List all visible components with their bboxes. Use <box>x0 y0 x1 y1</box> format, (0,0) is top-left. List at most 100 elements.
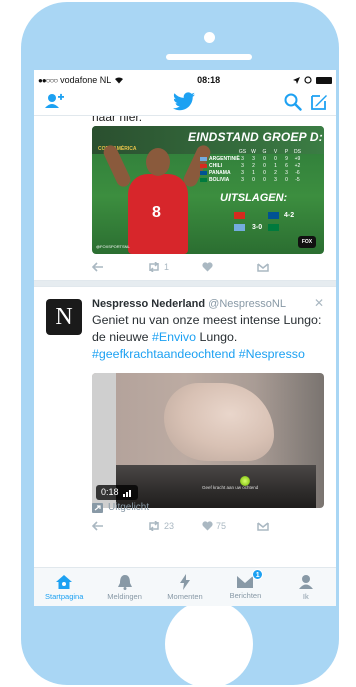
home-button[interactable] <box>165 600 253 687</box>
stat-cell: 2 <box>252 162 255 169</box>
reply-button[interactable] <box>92 521 147 531</box>
promoted-label-text: Uitgelicht <box>108 502 150 513</box>
camera-dot <box>204 32 215 43</box>
heart-icon <box>202 521 213 531</box>
avatar[interactable]: N <box>46 299 82 335</box>
tab-label: Ik <box>302 591 309 601</box>
direct-message-button[interactable] <box>257 262 312 272</box>
retweet-button[interactable]: 1 <box>147 262 202 272</box>
add-user-icon[interactable] <box>44 93 64 109</box>
retweet-count: 1 <box>164 262 170 272</box>
stat-cell: 0 <box>285 176 288 183</box>
tab-label: Berichten <box>229 590 262 600</box>
stat-cell: 0 <box>263 169 266 176</box>
stat-cell: 0 <box>263 155 266 162</box>
flag-icon <box>200 177 207 182</box>
tab-startpagina[interactable]: Startpagina <box>34 568 94 606</box>
phone-screen: ●●○○○ vodafone NL 08:18 naar hier. AMÉRI… <box>34 70 336 606</box>
tab-momenten[interactable]: Momenten <box>155 568 215 606</box>
reply-icon <box>92 262 103 272</box>
column-header: W <box>251 148 256 155</box>
tab-label: Startpagina <box>45 591 84 601</box>
close-icon[interactable]: ✕ <box>314 296 324 310</box>
promoted-label[interactable]: Uitgelicht <box>92 502 149 513</box>
direct-message-button[interactable] <box>257 521 312 531</box>
compose-icon[interactable] <box>310 93 328 111</box>
person-icon <box>298 574 313 589</box>
stat-cell: 3 <box>241 169 244 176</box>
image-credit: @FOXSPORTSNL <box>96 244 130 249</box>
retweet-count: 23 <box>164 521 175 531</box>
match-result: 4-2 <box>284 212 295 219</box>
column-header: GS <box>238 148 247 155</box>
shirt-number: 8 <box>152 204 161 221</box>
envelope-icon <box>257 522 269 531</box>
stat-cell: 0 <box>274 155 277 162</box>
player-head <box>146 148 170 176</box>
stat-cell: 0 <box>252 176 255 183</box>
envelope-icon <box>257 263 269 272</box>
stat-cell: 3 <box>252 155 255 162</box>
status-right <box>293 76 332 84</box>
like-button[interactable]: 75 <box>202 521 257 531</box>
stat-cell: -5 <box>295 176 300 183</box>
stat-cell: 3 <box>274 176 277 183</box>
stat-cell: 0 <box>263 162 266 169</box>
match-result: 3-0 <box>252 224 263 231</box>
search-icon[interactable] <box>284 93 302 111</box>
tweet-text-segment: Lungo. <box>196 330 238 344</box>
tab-berichten[interactable]: 1 Berichten <box>215 568 275 606</box>
home-icon <box>56 574 73 589</box>
location-arrow-icon <box>293 76 300 84</box>
fox-sports-logo: FOX <box>298 236 316 248</box>
retweet-button[interactable]: 23 <box>147 521 202 531</box>
volume-bars-icon <box>122 489 131 497</box>
tab-label: Meldingen <box>107 591 142 601</box>
speaker-grille <box>166 54 252 60</box>
stat-cell: 3 <box>241 176 244 183</box>
flag-icon <box>234 212 245 219</box>
tab-label: Momenten <box>167 591 203 601</box>
stat-cell: 9 <box>285 155 288 162</box>
stat-cell: 1 <box>252 169 255 176</box>
heart-icon <box>202 262 213 272</box>
stat-cell: 3 <box>285 169 288 176</box>
stat-cell: 6 <box>285 162 288 169</box>
reply-button[interactable] <box>92 262 147 272</box>
status-left: ●●○○○ vodafone NL <box>38 75 124 85</box>
twitter-bird-icon <box>173 92 195 111</box>
tweet-actions: 1 <box>92 262 312 272</box>
tweet-divider <box>34 280 336 287</box>
battery-icon <box>316 76 332 84</box>
standings-heading: EINDSTAND GROEP D: <box>188 130 323 144</box>
stat-cell: 3 <box>241 162 244 169</box>
wifi-icon <box>115 77 124 84</box>
standings-row: ARGENTINIË 3 3 0 0 9 +9 <box>200 155 318 162</box>
hashtag-links[interactable]: #geefkrachtaandeochtend #Nespresso <box>92 346 330 363</box>
flag-icon <box>200 170 207 175</box>
tab-ik[interactable]: Ik <box>276 568 336 606</box>
duration-text: 0:18 <box>101 487 119 497</box>
standings-table: GS W G V P DS ARGENTINIË 3 3 0 0 9 +9 CH… <box>200 148 318 183</box>
bell-icon <box>117 574 132 590</box>
tweet-video[interactable]: Geef kracht aan uw ochtend 0:18 <box>92 373 324 508</box>
tweet-text-line: Geniet nu van onze meest intense Lungo: <box>92 313 322 327</box>
timeline[interactable]: naar hier. COPA AMÉRICA 8 EINDSTAND GROE… <box>34 116 336 536</box>
like-button[interactable] <box>202 262 257 272</box>
like-count: 75 <box>216 521 227 531</box>
tab-meldingen[interactable]: Meldingen <box>94 568 154 606</box>
column-header: P <box>284 148 289 155</box>
results-heading: UITSLAGEN: <box>220 192 288 204</box>
tweet-media-image[interactable]: COPA AMÉRICA 8 EINDSTAND GROEP D: GS W G… <box>92 126 324 254</box>
retweet-icon <box>149 521 159 531</box>
tweet-author-name[interactable]: Nespresso Nederland <box>92 298 205 310</box>
tweet-text-partial: naar hier. <box>92 116 143 124</box>
standings-row: PANAMA 3 1 0 2 3 -6 <box>200 169 318 176</box>
carrier-name: vodafone NL <box>60 75 112 85</box>
stat-cell: +9 <box>294 155 301 162</box>
retweet-icon <box>149 262 159 272</box>
tweet-author-handle[interactable]: @NespressoNL <box>208 298 286 310</box>
hashtag-link[interactable]: #Envivo <box>152 330 196 344</box>
reply-icon <box>92 521 103 531</box>
flag-icon <box>268 212 279 219</box>
